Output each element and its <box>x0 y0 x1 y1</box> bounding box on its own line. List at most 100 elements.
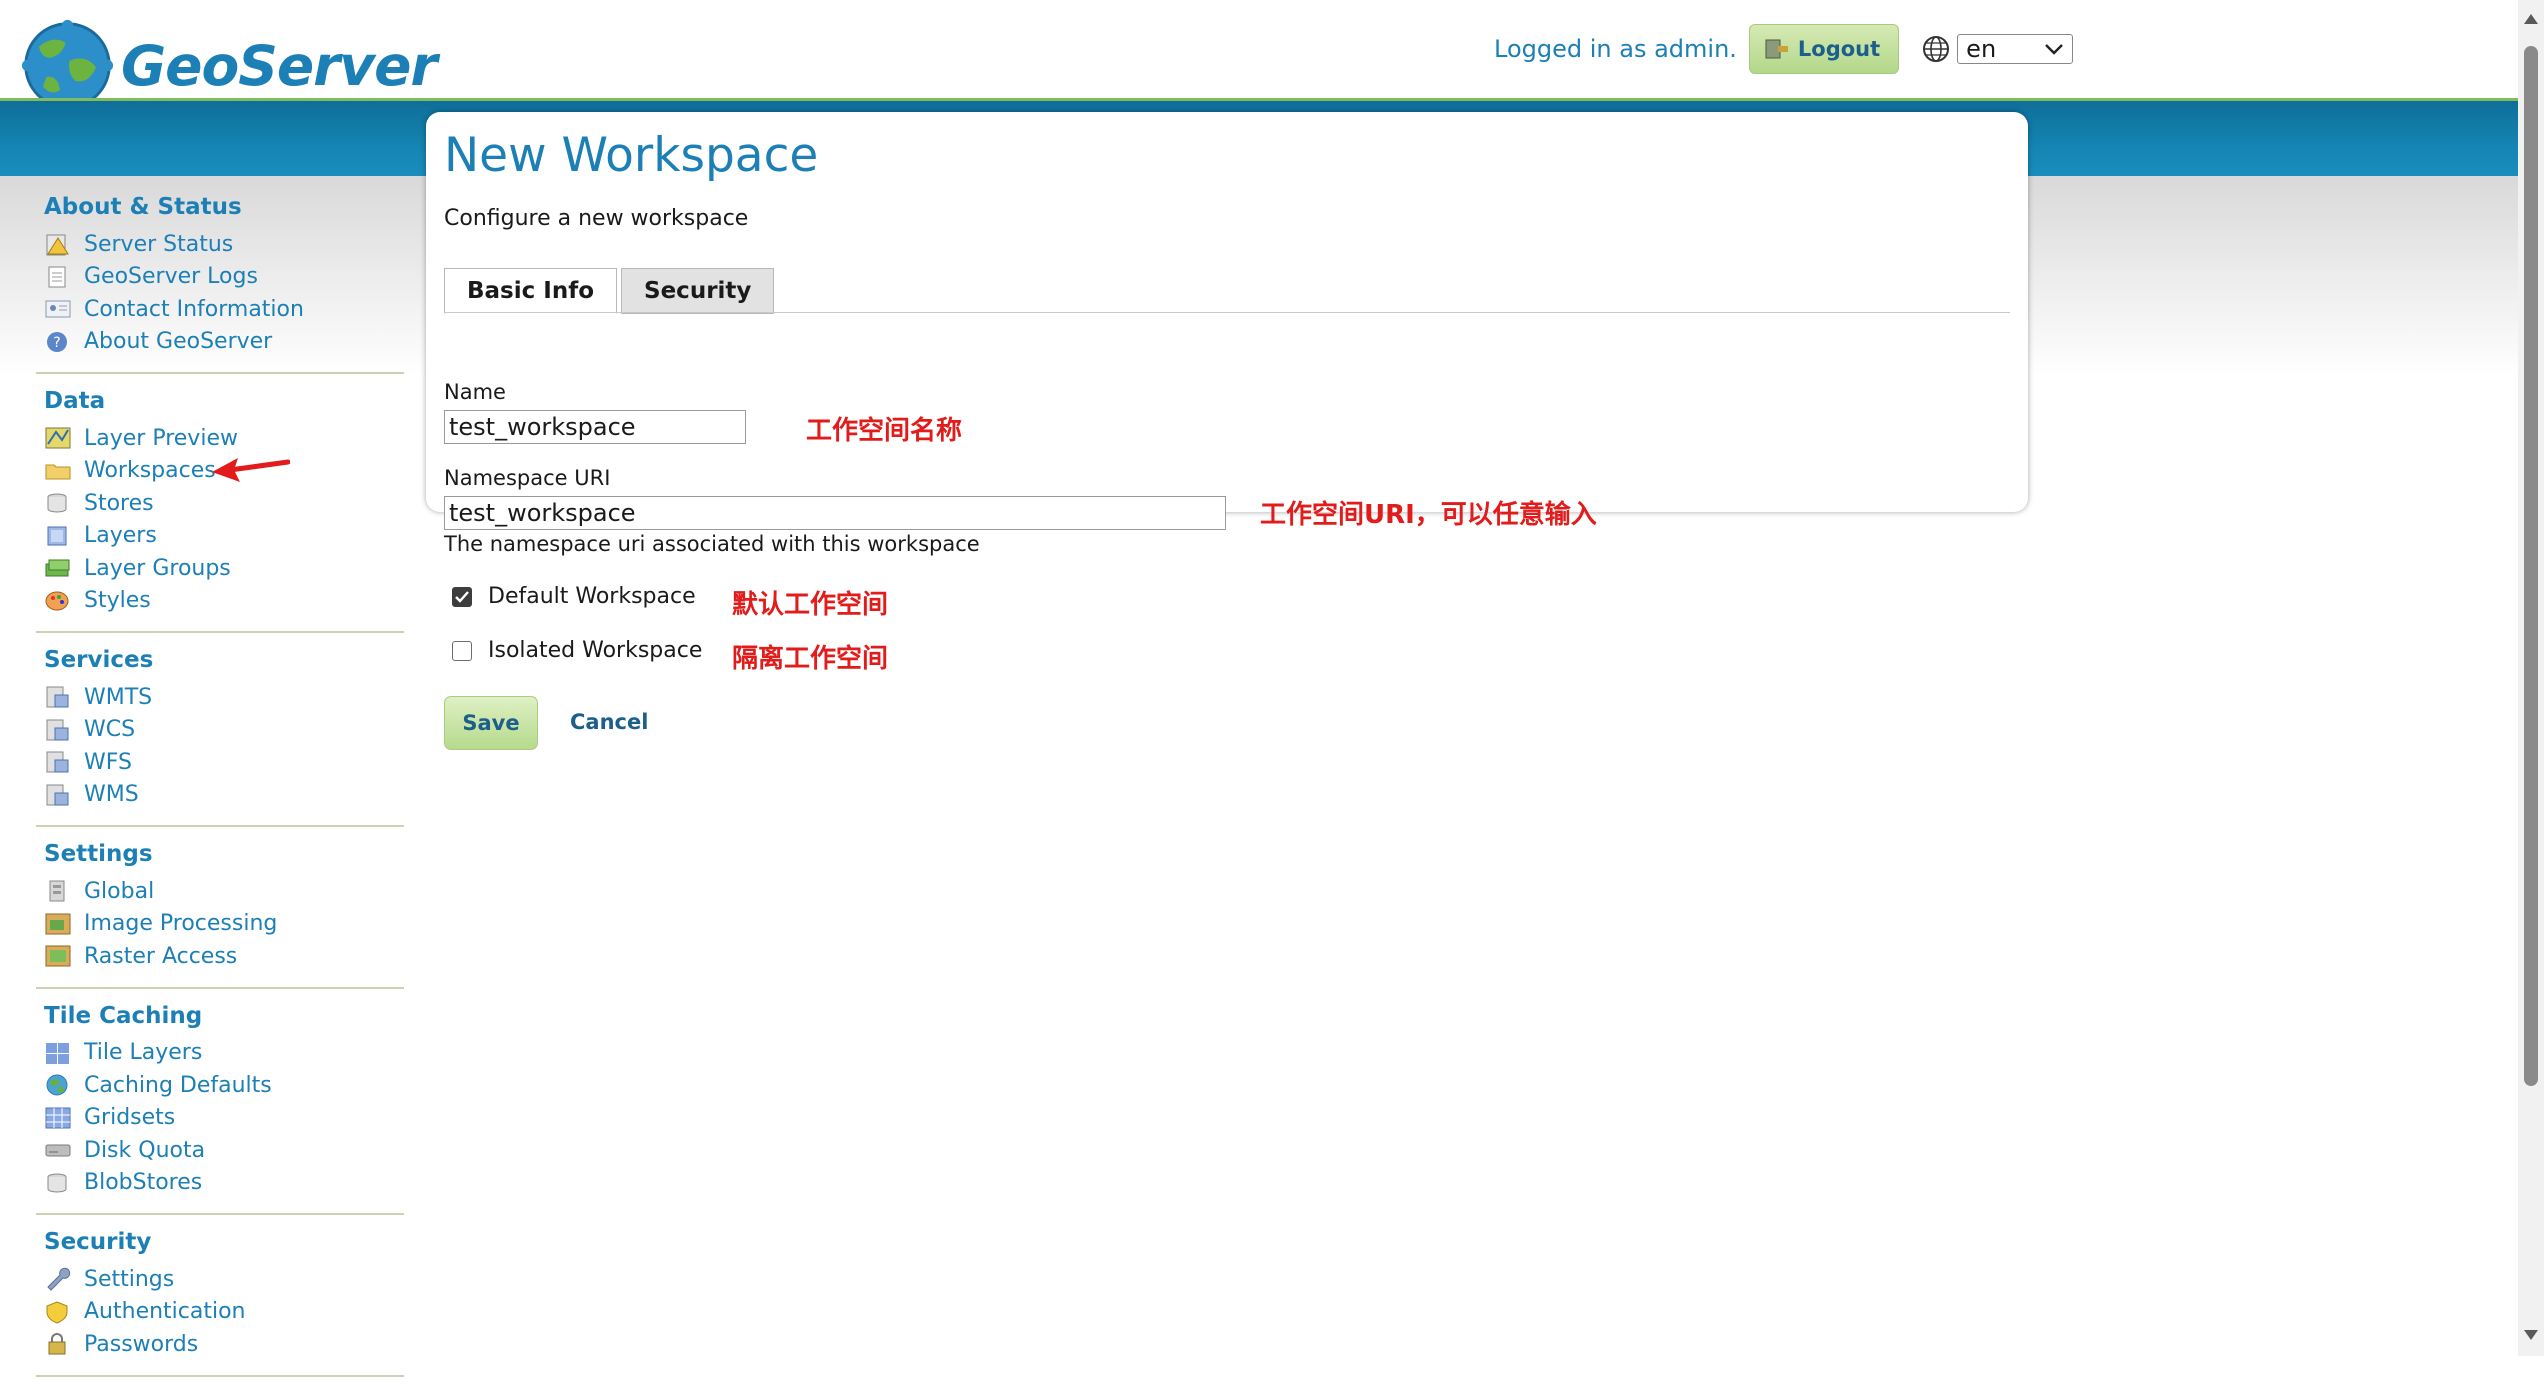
tab-security[interactable]: Security <box>621 268 775 314</box>
lock-icon <box>48 1333 66 1355</box>
save-button[interactable]: Save <box>444 696 538 750</box>
sidebar-item-raster-access[interactable]: Raster Access <box>36 940 404 973</box>
logout-button[interactable]: Logout <box>1748 24 1900 74</box>
page-scrollbar[interactable] <box>2518 0 2544 1356</box>
sidebar-item-layer-groups[interactable]: Layer Groups <box>36 552 404 585</box>
sidebar-item-label[interactable]: Layers <box>84 523 157 548</box>
namespace-uri-input[interactable]: test_workspace <box>444 496 1226 530</box>
default-workspace-row: Default Workspace <box>452 584 696 609</box>
sidebar-item-label[interactable]: Global <box>84 879 154 904</box>
namespace-uri-label: Namespace URI <box>444 466 611 490</box>
cancel-link[interactable]: Cancel <box>570 710 648 734</box>
sidebar-item-layers[interactable]: Layers <box>36 520 404 553</box>
sidebar-section-services: Services WMTS WCS WFS WMS <box>36 647 404 827</box>
sidebar-item-label[interactable]: WMS <box>84 782 139 807</box>
sidebar-item-label[interactable]: Workspaces <box>84 458 216 483</box>
namespace-uri-hint: The namespace uri associated with this w… <box>444 532 980 556</box>
sidebar-item-label[interactable]: WFS <box>84 750 132 775</box>
sidebar-item-label[interactable]: Layer Preview <box>84 426 238 451</box>
sidebar-item-blobstores[interactable]: BlobStores <box>36 1167 404 1200</box>
service-icon <box>46 686 69 708</box>
help-icon: ? <box>47 331 67 352</box>
store-icon <box>47 493 67 513</box>
sidebar-item-label[interactable]: Styles <box>84 588 151 613</box>
login-bar: Logged in as admin. Logout en <box>1494 24 2074 74</box>
layer-preview-icon <box>45 427 71 449</box>
logo-text: GeoServer <box>121 33 438 98</box>
name-annotation: 工作空间名称 <box>806 416 963 446</box>
sidebar-nav: About & Status Server Status GeoServer Log… <box>36 186 404 1391</box>
sidebar-item-image-processing[interactable]: Image Processing <box>36 908 404 941</box>
logout-label: Logout <box>1797 37 1881 61</box>
tab-divider <box>444 312 2010 313</box>
sidebar-item-label[interactable]: Raster Access <box>84 944 237 969</box>
sidebar-item-label[interactable]: Authentication <box>84 1299 246 1324</box>
sidebar-section-security: Security Settings Authentication Passwords <box>36 1229 404 1377</box>
isolated-workspace-checkbox[interactable] <box>452 640 472 661</box>
sidebar-item-wfs[interactable]: WFS <box>36 746 404 779</box>
wrench-icon <box>47 1268 71 1291</box>
sidebar-item-label[interactable]: Tile Layers <box>84 1040 202 1065</box>
sidebar-item-server-status[interactable]: Server Status <box>36 228 404 261</box>
sidebar-item-wcs[interactable]: WCS <box>36 714 404 747</box>
sidebar-item-contact-information[interactable]: Contact Information <box>36 293 404 326</box>
sidebar-section-title: About & Status <box>44 194 242 220</box>
folder-icon <box>45 464 71 480</box>
contact-icon <box>45 300 71 318</box>
logout-icon <box>1765 39 1788 59</box>
page-title: New Workspace <box>444 128 819 183</box>
namespace-uri-value: test_workspace <box>449 499 636 527</box>
isolated-workspace-label: Isolated Workspace <box>488 638 703 663</box>
sidebar-item-about-geoserver[interactable]: ? About GeoServer <box>36 326 404 359</box>
sidebar-item-wmts[interactable]: WMTS <box>36 681 404 714</box>
sidebar-item-label[interactable]: Contact Information <box>84 297 304 322</box>
raster-access-icon <box>45 945 71 967</box>
sidebar-item-label[interactable]: Gridsets <box>84 1105 175 1130</box>
global-settings-icon <box>49 880 65 902</box>
sidebar-item-gridsets[interactable]: Gridsets <box>36 1102 404 1135</box>
sidebar-item-geoserver-logs[interactable]: GeoServer Logs <box>36 261 404 294</box>
scroll-up-icon[interactable] <box>2524 14 2538 24</box>
sidebar-item-label[interactable]: Server Status <box>84 232 233 257</box>
sidebar-item-caching-defaults[interactable]: Caching Defaults <box>36 1069 404 1102</box>
sidebar-item-label[interactable]: Caching Defaults <box>84 1073 272 1098</box>
logs-icon <box>48 266 66 288</box>
server-status-icon <box>46 234 69 256</box>
name-input[interactable]: test_workspace <box>444 410 746 444</box>
sidebar-item-label[interactable]: Layer Groups <box>84 556 231 581</box>
sidebar-item-tile-layers[interactable]: Tile Layers <box>36 1037 404 1070</box>
sidebar-item-label[interactable]: Settings <box>84 1267 174 1292</box>
default-workspace-label: Default Workspace <box>488 584 696 609</box>
isolated-annotation: 隔离工作空间 <box>732 644 889 674</box>
sidebar-item-disk-quota[interactable]: Disk Quota <box>36 1134 404 1167</box>
tab-basic-info[interactable]: Basic Info <box>444 268 618 314</box>
svg-text:?: ? <box>53 335 60 351</box>
language-select[interactable]: en <box>1957 34 2074 64</box>
sidebar-section-title: Tile Caching <box>44 1002 203 1029</box>
sidebar-item-styles[interactable]: Styles <box>36 585 404 618</box>
sidebar-section-title: Data <box>44 388 106 414</box>
sidebar-item-authentication[interactable]: Authentication <box>36 1296 404 1329</box>
default-workspace-checkbox[interactable] <box>452 586 472 607</box>
sidebar-item-label[interactable]: About GeoServer <box>84 329 272 354</box>
sidebar-item-label[interactable]: GeoServer Logs <box>84 264 258 289</box>
disk-icon <box>45 1144 71 1157</box>
sidebar-item-stores[interactable]: Stores <box>36 487 404 520</box>
sidebar-item-label[interactable]: Disk Quota <box>84 1138 205 1163</box>
tab-bar: Basic Info Security <box>444 268 778 314</box>
sidebar-item-label[interactable]: BlobStores <box>84 1170 202 1195</box>
sidebar-item-label[interactable]: WCS <box>84 717 135 742</box>
globe-icon <box>46 1074 68 1096</box>
sidebar-item-label[interactable]: Image Processing <box>84 911 277 936</box>
sidebar-item-wms[interactable]: WMS <box>36 779 404 812</box>
sidebar-section-title: Settings <box>44 841 153 867</box>
scroll-down-icon[interactable] <box>2524 1330 2538 1340</box>
language-value: en <box>1966 35 1997 63</box>
scroll-thumb[interactable] <box>2524 46 2538 1086</box>
sidebar-item-label[interactable]: WMTS <box>84 685 152 710</box>
service-icon <box>46 751 69 773</box>
sidebar-item-settings[interactable]: Settings <box>36 1263 404 1296</box>
sidebar-item-label[interactable]: Stores <box>84 491 154 516</box>
sidebar-item-global[interactable]: Global <box>36 875 404 908</box>
sidebar-item-label[interactable]: Passwords <box>84 1332 198 1357</box>
